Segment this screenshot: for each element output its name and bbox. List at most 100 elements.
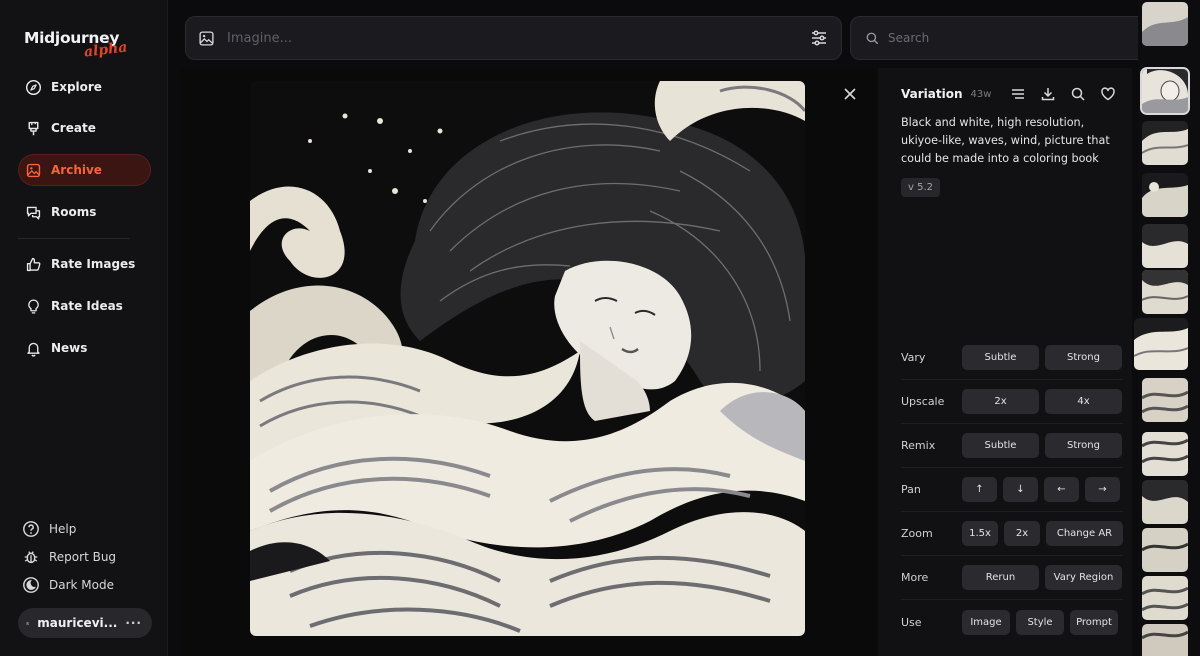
vary-row: Vary Subtle Strong	[901, 336, 1123, 380]
username: mauricevi...	[37, 616, 118, 630]
remix-label: Remix	[901, 439, 936, 452]
nav-create[interactable]: Create	[18, 112, 151, 144]
nav-archive[interactable]: Archive	[18, 154, 151, 186]
moon-icon	[23, 577, 39, 593]
thumbnail[interactable]	[1134, 318, 1188, 370]
upscale-label: Upscale	[901, 395, 945, 408]
user-account-button[interactable]: mauricevi... ···	[18, 608, 152, 638]
more-options-icon[interactable]: ···	[125, 616, 142, 630]
heart-icon[interactable]	[1100, 86, 1116, 102]
nav-news[interactable]: News	[18, 332, 151, 364]
nav-label: Rooms	[51, 205, 97, 219]
pan-row: Pan ↑ ↓ ← →	[901, 468, 1123, 512]
bug-icon	[24, 551, 38, 564]
use-row: Use Image Style Prompt	[901, 600, 1123, 644]
more-row: More Rerun Vary Region	[901, 556, 1123, 600]
upscale-2x-button[interactable]: 2x	[962, 389, 1039, 414]
image-viewer	[180, 68, 877, 656]
settings-sliders-icon[interactable]	[809, 28, 829, 48]
bell-icon	[27, 342, 40, 357]
vary-region-button[interactable]: Vary Region	[1045, 565, 1122, 590]
use-label: Use	[901, 615, 922, 629]
thumbnail[interactable]	[1142, 173, 1188, 217]
pan-up-button[interactable]: ↑	[962, 477, 997, 502]
thumbnail[interactable]	[1142, 121, 1188, 165]
help-link[interactable]: Help	[22, 518, 76, 540]
vary-strong-button[interactable]: Strong	[1045, 345, 1122, 370]
help-label: Help	[49, 522, 77, 536]
remix-subtle-button[interactable]: Subtle	[962, 433, 1039, 458]
thumbnail[interactable]	[1142, 378, 1188, 422]
nav-explore[interactable]: Explore	[18, 71, 151, 103]
detail-panel: Variation 43w Black and white, high reso…	[878, 68, 1132, 656]
compass-icon	[25, 79, 42, 95]
detail-header: Variation 43w	[901, 87, 991, 101]
search-input[interactable]: Search	[888, 31, 929, 45]
generated-image[interactable]	[250, 81, 805, 636]
thumbnail-strip	[1134, 0, 1200, 656]
user-avatar-icon	[26, 621, 30, 625]
vary-label: Vary	[901, 351, 926, 364]
use-style-button[interactable]: Style	[1016, 609, 1064, 635]
imagine-prompt-bar[interactable]: Imagine...	[185, 16, 842, 60]
ukiyoe-wave-artwork	[250, 81, 805, 636]
thumbnail[interactable]	[1142, 480, 1188, 524]
more-label: More	[901, 571, 929, 584]
chat-icon	[26, 206, 41, 220]
search-bar[interactable]: Search	[850, 16, 1161, 60]
zoom-label: Zoom	[901, 527, 933, 540]
detail-title: Variation	[901, 87, 963, 101]
thumbnail[interactable]	[1142, 528, 1188, 572]
prompt-text: Black and white, high resolution, ukiyoe…	[901, 116, 1110, 165]
nav-label: Rate Ideas	[51, 299, 123, 313]
help-icon	[23, 521, 39, 537]
rerun-button[interactable]: Rerun	[962, 565, 1039, 590]
version-badge: v 5.2	[901, 178, 940, 197]
thumbs-up-icon	[26, 257, 41, 271]
nav-label: Explore	[51, 80, 102, 94]
nav-label: Archive	[51, 163, 102, 177]
use-image-button[interactable]: Image	[962, 609, 1010, 635]
image-icon	[26, 163, 41, 177]
thumbnail[interactable]	[1142, 576, 1188, 620]
nav-rate-ideas[interactable]: Rate Ideas	[18, 290, 151, 322]
zoom-1-5x-button[interactable]: 1.5x	[962, 521, 998, 546]
report-bug-link[interactable]: Report Bug	[22, 546, 116, 568]
use-prompt-button[interactable]: Prompt	[1070, 609, 1118, 635]
search-icon	[866, 32, 879, 44]
pan-label: Pan	[901, 483, 921, 496]
zoom-2x-button[interactable]: 2x	[1004, 521, 1040, 546]
sidebar: Midjourney alpha Explore Create Archive …	[0, 0, 168, 656]
thumbnail[interactable]	[1142, 224, 1188, 268]
thumbnail[interactable]	[1142, 2, 1188, 46]
pan-right-button[interactable]: →	[1085, 477, 1120, 502]
dark-mode-toggle[interactable]: Dark Mode	[22, 574, 114, 596]
menu-lines-icon[interactable]	[1010, 86, 1026, 102]
nav-label: News	[51, 341, 88, 355]
nav-divider	[18, 238, 130, 239]
upscale-4x-button[interactable]: 4x	[1045, 389, 1122, 414]
imagine-input[interactable]: Imagine...	[227, 31, 292, 46]
nav-rate-images[interactable]: Rate Images	[18, 248, 151, 280]
pan-left-button[interactable]: ←	[1044, 477, 1079, 502]
close-icon[interactable]	[842, 86, 858, 102]
detail-age: 43w	[970, 88, 992, 100]
nav-rooms[interactable]: Rooms	[18, 196, 151, 228]
thumbnail[interactable]	[1142, 270, 1188, 314]
report-bug-label: Report Bug	[49, 550, 117, 564]
change-ar-button[interactable]: Change AR	[1046, 521, 1123, 546]
pan-down-button[interactable]: ↓	[1003, 477, 1038, 502]
upscale-row: Upscale 2x 4x	[901, 380, 1123, 424]
search-similar-icon[interactable]	[1070, 86, 1086, 102]
midjourney-logo[interactable]: Midjourney alpha	[24, 28, 144, 68]
remix-strong-button[interactable]: Strong	[1045, 433, 1122, 458]
thumbnail[interactable]	[1142, 624, 1188, 656]
lightbulb-icon	[28, 298, 39, 314]
thumbnail[interactable]	[1142, 432, 1188, 476]
thumbnail[interactable]	[1142, 69, 1188, 113]
download-icon[interactable]	[1040, 86, 1056, 102]
brush-icon	[28, 121, 39, 135]
vary-subtle-button[interactable]: Subtle	[962, 345, 1039, 370]
zoom-row: Zoom 1.5x 2x Change AR	[901, 512, 1123, 556]
image-upload-icon[interactable]	[198, 30, 215, 47]
